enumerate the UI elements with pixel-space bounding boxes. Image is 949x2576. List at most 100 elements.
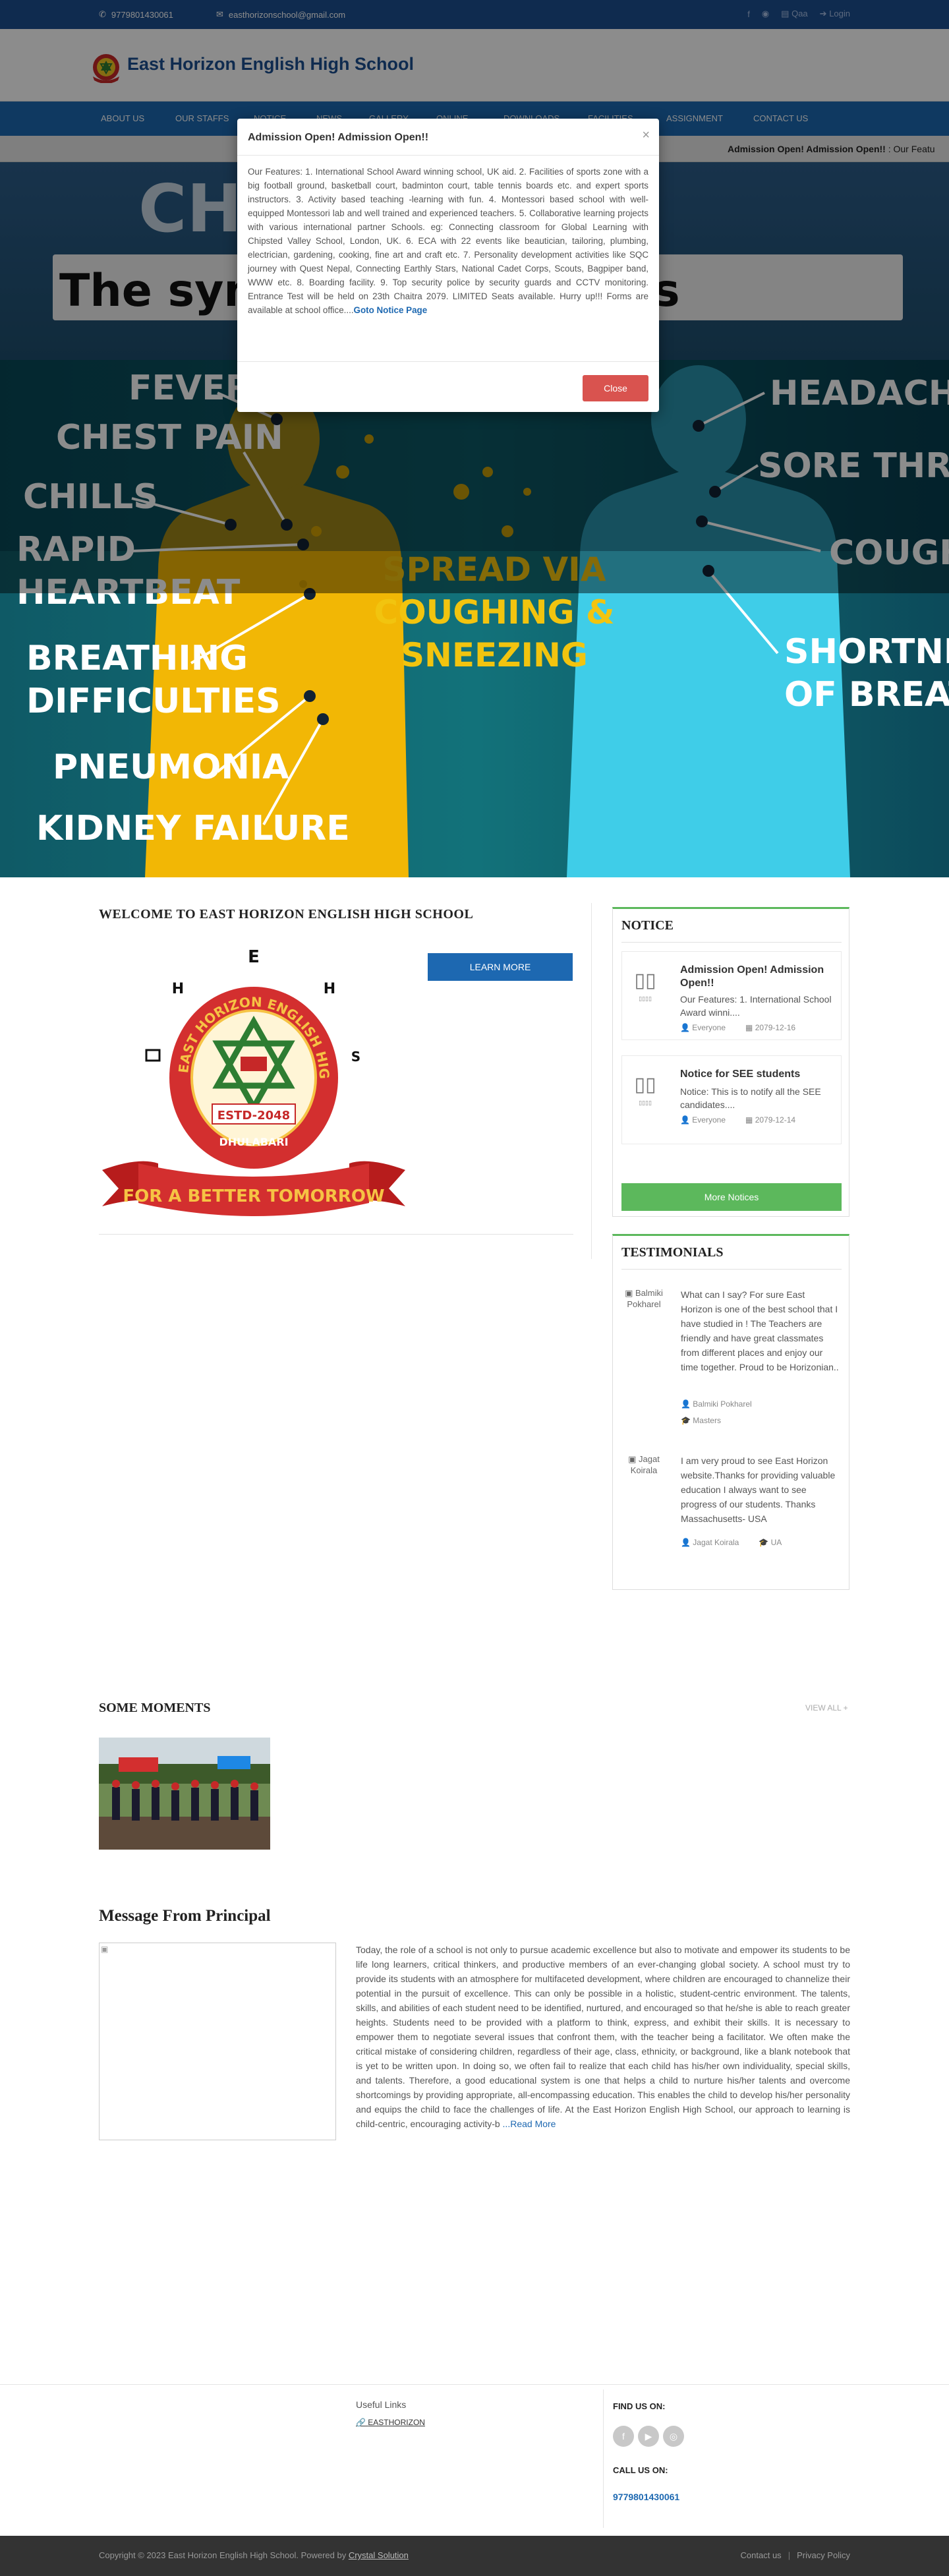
envelope-icon: ✉ xyxy=(216,9,223,19)
read-more-link[interactable]: ...Read More xyxy=(503,2119,556,2129)
testimonial-degree: 🎓 UA xyxy=(759,1538,782,1547)
label-headache: HEADACHE xyxy=(770,374,949,413)
login-label: Login xyxy=(829,9,850,18)
user-icon: 👤 xyxy=(680,1115,690,1125)
notice-date: ▦ 2079-12-14 xyxy=(745,1115,795,1125)
notice-date-text: 2079-12-16 xyxy=(755,1023,796,1032)
call-us-title: CALL US ON: xyxy=(613,2465,668,2475)
notice-excerpt: Notice: This is to notify all the SEE ca… xyxy=(680,1086,821,1110)
testimonial-name: 👤 Jagat Koirala xyxy=(681,1538,739,1547)
notice-heading-line xyxy=(621,942,842,943)
notice-audience-text: Everyone xyxy=(692,1115,726,1125)
emblem-estd: ESTD-2048 xyxy=(217,1109,290,1123)
column-divider xyxy=(591,903,592,1259)
principal-title: Message From Principal xyxy=(99,1907,271,1925)
broken-image-icon: ▣ xyxy=(625,1288,633,1298)
qaa-label: Qaa xyxy=(791,9,808,18)
top-bar: ✆ 9779801430061 ✉ easthorizonschool@gmai… xyxy=(0,0,949,29)
moment-photo[interactable] xyxy=(99,1738,270,1850)
modal-title: Admission Open! Admission Open!! xyxy=(248,132,429,143)
notice-audience-text: Everyone xyxy=(692,1023,726,1032)
emblem-letter-e: E xyxy=(248,947,260,967)
testimonial-degree-text: Masters xyxy=(693,1416,721,1425)
footer-link-easthorizon[interactable]: 🔗 EASTHORIZON xyxy=(356,2418,425,2427)
nav-about-us[interactable]: ABOUT US xyxy=(101,113,144,123)
graduation-cap-icon: 🎓 xyxy=(681,1416,691,1425)
graduation-cap-icon: 🎓 xyxy=(759,1538,769,1547)
notice-card[interactable]: ▯▯ ▯▯▯▯ Admission Open! Admission Open!!… xyxy=(621,951,842,1040)
youtube-icon[interactable]: ▶ xyxy=(638,2426,659,2447)
nav-assignment[interactable]: ASSIGNMENT xyxy=(666,113,723,123)
testimonials-heading-line xyxy=(621,1269,842,1270)
footer-bottom-links: Contact us | Privacy Policy xyxy=(741,2550,850,2560)
user-icon: 👤 xyxy=(681,1538,691,1547)
privacy-policy-link[interactable]: Privacy Policy xyxy=(797,2550,850,2560)
emblem-letter-h2: H xyxy=(324,981,335,997)
user-icon: 👤 xyxy=(681,1399,691,1409)
calendar-small-icon: ▦ xyxy=(745,1023,753,1032)
school-logo-small[interactable] xyxy=(88,50,125,83)
label-rapid: RAPID xyxy=(16,530,136,570)
close-button[interactable]: Close xyxy=(583,375,648,401)
date-sub: ▯▯▯▯ xyxy=(639,1099,652,1106)
testimonial-name-text: Balmiki Pokharel xyxy=(693,1399,752,1409)
instagram-icon[interactable]: ◎ xyxy=(663,2426,684,2447)
welcome-title: WELCOME TO EAST HORIZON ENGLISH HIGH SCH… xyxy=(99,907,474,922)
contact-us-link[interactable]: Contact us xyxy=(741,2550,782,2560)
copyright-label: Copyright © 2023 East Horizon English Hi… xyxy=(99,2550,349,2560)
facebook-icon[interactable]: f xyxy=(747,9,750,19)
emblem-motto: FOR A BETTER TOMORROW xyxy=(123,1186,384,1206)
emblem-letter-h1: H xyxy=(172,981,184,997)
user-icon: 👤 xyxy=(680,1023,690,1032)
modal-body-text: Our Features: 1. International School Aw… xyxy=(248,167,648,315)
testimonial-degree: 🎓 Masters xyxy=(681,1416,721,1425)
nav-our-staffs[interactable]: OUR STAFFS xyxy=(175,113,229,123)
login-link[interactable]: ➔ Login xyxy=(820,9,850,19)
view-all-link[interactable]: VIEW ALL + xyxy=(805,1703,848,1712)
learn-more-button[interactable]: LEARN MORE xyxy=(428,953,573,981)
testimonial-degree-text: UA xyxy=(770,1538,782,1547)
principal-photo: ▣ xyxy=(99,1943,336,2140)
date-sub: ▯▯▯▯ xyxy=(639,995,652,1002)
avatar: ▣ Balmiki Pokharel xyxy=(621,1287,666,1310)
top-email[interactable]: ✉ easthorizonschool@gmail.com xyxy=(216,9,345,20)
globe-icon[interactable]: ◉ xyxy=(762,9,769,19)
site-title[interactable]: East Horizon English High School xyxy=(127,54,414,74)
label-of-breath: OF BREATH xyxy=(784,675,949,715)
welcome-divider xyxy=(99,1234,573,1235)
testimonial-name: 👤 Balmiki Pokharel xyxy=(681,1399,752,1409)
admission-modal: Admission Open! Admission Open!! × Our F… xyxy=(237,119,659,412)
nav-contact-us[interactable]: CONTACT US xyxy=(753,113,808,123)
top-email-text: easthorizonschool@gmail.com xyxy=(228,9,346,20)
powered-by-link[interactable]: Crystal Solution xyxy=(349,2550,409,2560)
useful-links-title: Useful Links xyxy=(356,2399,407,2410)
notice-card[interactable]: ▯▯ ▯▯▯▯ Notice for SEE students Notice: … xyxy=(621,1055,842,1144)
phone-icon: ✆ xyxy=(99,9,106,19)
modal-header: Admission Open! Admission Open!! × xyxy=(237,119,659,156)
more-notices-button[interactable]: More Notices xyxy=(621,1183,842,1211)
testimonial-meta: 👤 Jagat Koirala 🎓 UA xyxy=(681,1538,782,1547)
emblem-place: DHULABARI xyxy=(219,1136,288,1148)
footer-phone[interactable]: 9779801430061 xyxy=(613,2492,679,2502)
top-phone[interactable]: ✆ 9779801430061 xyxy=(99,9,173,20)
modal-footer: Close xyxy=(237,361,659,412)
emblem-letter-s: S xyxy=(351,1049,360,1065)
testimonials-heading: TESTIMONIALS xyxy=(621,1245,724,1260)
label-shortness: SHORTNESS xyxy=(784,632,949,672)
school-emblem: E H H S ESTD-2048 DHULABARI EAST HORIZON… xyxy=(99,939,405,1216)
spread-line-3: SNEEZING xyxy=(401,636,588,674)
separator: | xyxy=(788,2550,791,2560)
goto-notice-link[interactable]: Goto Notice Page xyxy=(354,305,428,315)
label-sore-throat: SORE THROAT xyxy=(758,446,949,486)
qaa-link[interactable]: ▤ Qaa xyxy=(781,9,808,19)
avatar: ▣ Jagat Koirala xyxy=(621,1453,666,1476)
notice-title[interactable]: Notice for SEE students xyxy=(680,1068,835,1081)
notice-title[interactable]: Admission Open! Admission Open!! xyxy=(680,964,835,990)
notice-heading: NOTICE xyxy=(621,918,674,933)
close-icon[interactable]: × xyxy=(642,128,650,143)
footer-link-text: EASTHORIZON xyxy=(368,2418,425,2427)
calendar-icon: ▯▯ xyxy=(634,970,656,991)
facebook-icon[interactable]: f xyxy=(613,2426,634,2447)
broken-image-icon: ▣ xyxy=(628,1454,637,1464)
label-heartbeat: HEARTBEAT xyxy=(16,573,241,612)
